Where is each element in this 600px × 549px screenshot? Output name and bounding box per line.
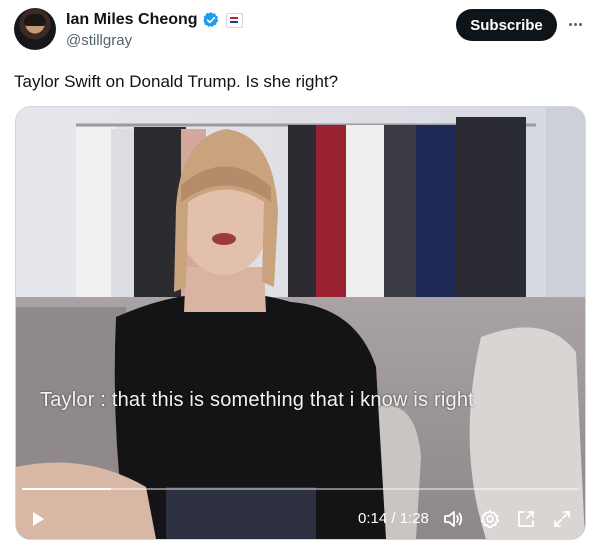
author-name[interactable]: Ian Miles Cheong — [66, 10, 198, 30]
author-handle[interactable]: @stillgray — [66, 32, 132, 49]
fullscreen-icon[interactable] — [550, 507, 574, 531]
tweet-text: Taylor Swift on Donald Trump. Is she rig… — [14, 72, 339, 91]
avatar[interactable] — [14, 8, 56, 50]
play-icon[interactable] — [26, 507, 50, 531]
video-progress-bar[interactable] — [22, 488, 579, 490]
video-time: 0:14 / 1:28 — [358, 510, 429, 527]
author-row: Ian Miles Cheong — [66, 10, 243, 30]
picture-in-picture-icon[interactable] — [514, 507, 538, 531]
video-progress-fill — [22, 488, 112, 490]
affiliate-flag-icon[interactable] — [225, 12, 243, 28]
video-caption: Taylor : that this is something that i k… — [40, 389, 474, 411]
video-controls: 0:14 / 1:28 — [16, 499, 585, 539]
video-player[interactable]: Taylor : that this is something that i k… — [15, 106, 586, 540]
more-dots-icon[interactable] — [566, 14, 584, 34]
settings-gear-icon[interactable] — [478, 507, 502, 531]
subscribe-button[interactable]: Subscribe — [456, 9, 557, 41]
volume-icon[interactable] — [441, 507, 465, 531]
verified-badge-icon[interactable] — [202, 11, 220, 29]
tweet-card: Ian Miles Cheong @stillgray Subscribe Ta… — [0, 0, 600, 549]
video-frame — [16, 107, 585, 539]
